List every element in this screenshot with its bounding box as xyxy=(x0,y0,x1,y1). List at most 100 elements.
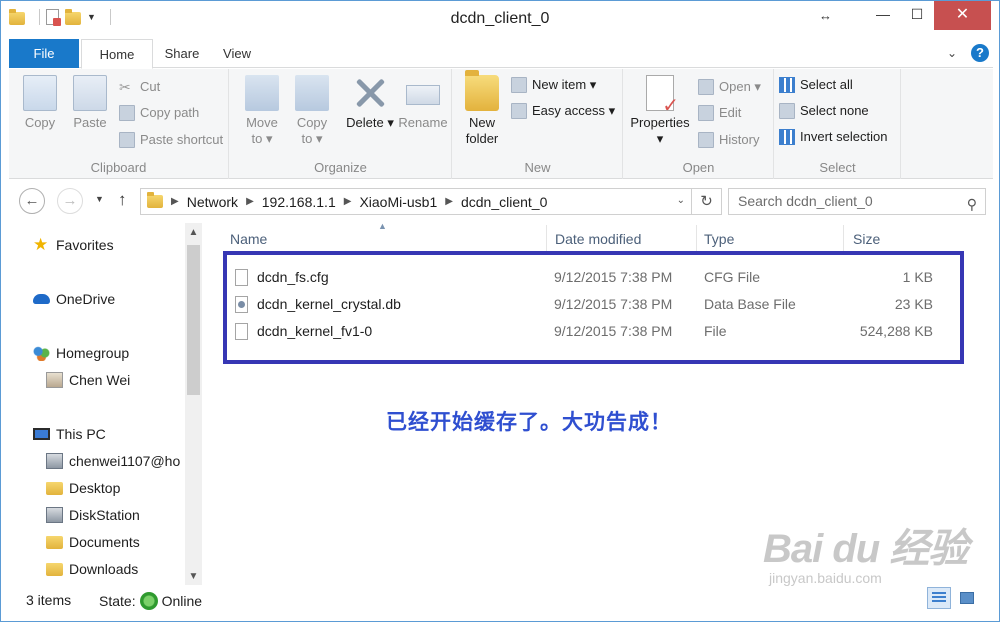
forward-arrow-icon: → xyxy=(62,192,78,209)
scrollbar-thumb[interactable] xyxy=(187,245,200,395)
column-header-size[interactable]: Size xyxy=(853,231,880,247)
column-header-date[interactable]: Date modified xyxy=(555,231,641,247)
database-file-icon xyxy=(235,296,248,313)
scroll-down-icon[interactable]: ▼ xyxy=(185,571,202,582)
copy-to-icon xyxy=(295,75,329,111)
refresh-icon[interactable]: ↻ xyxy=(691,189,721,214)
column-divider[interactable] xyxy=(696,225,697,251)
copy-to-button[interactable]: Copy to ▾ xyxy=(292,75,332,147)
open-button[interactable]: Open ▾ xyxy=(698,77,761,97)
column-header-name[interactable]: Name xyxy=(230,231,267,247)
select-all-button[interactable]: Select all xyxy=(779,75,853,95)
history-button[interactable]: History xyxy=(698,130,759,150)
tab-share[interactable]: Share xyxy=(154,39,210,68)
cut-label: Cut xyxy=(140,79,161,94)
breadcrumb-usb[interactable]: XiaoMi-usb1 xyxy=(359,194,437,210)
network-drive-icon xyxy=(46,453,63,469)
nav-item-downloads[interactable]: Downloads xyxy=(46,561,138,577)
nav-item-homegroup[interactable]: Homegroup xyxy=(33,345,129,361)
copy-button[interactable]: Copy xyxy=(19,75,61,131)
select-none-button[interactable]: Select none xyxy=(779,101,869,121)
nav-item-onedrive[interactable]: OneDrive xyxy=(33,291,115,307)
invert-selection-button[interactable]: Invert selection xyxy=(779,127,887,147)
properties-label: Properties ▾ xyxy=(630,115,690,146)
properties-button[interactable]: Properties ▾ xyxy=(628,75,692,147)
expand-ribbon-chevron-icon[interactable]: ⌄ xyxy=(947,46,957,60)
tab-view[interactable]: View xyxy=(212,39,262,68)
delete-button[interactable]: Delete ▾ xyxy=(346,75,394,131)
tab-file[interactable]: File xyxy=(9,39,79,68)
move-to-icon xyxy=(245,75,279,111)
search-icon[interactable]: ⚲ xyxy=(967,192,977,217)
breadcrumb-separator-icon[interactable]: ▶ xyxy=(171,196,179,207)
invert-selection-icon xyxy=(779,129,795,145)
file-row[interactable]: dcdn_fs.cfg 9/12/2015 7:38 PM CFG File 1… xyxy=(229,265,941,291)
breadcrumb-separator-icon[interactable]: ▶ xyxy=(344,196,352,207)
rename-button[interactable]: Rename xyxy=(398,75,448,131)
breadcrumb-separator-icon[interactable]: ▶ xyxy=(445,196,453,207)
new-folder-button[interactable]: New folder xyxy=(461,70,503,147)
nav-item-this-pc[interactable]: This PC xyxy=(33,426,106,442)
explorer-window: ▼ dcdn_client_0 ↔ — ☐ ✕ File Home Share … xyxy=(0,0,1000,622)
file-row[interactable]: dcdn_kernel_fv1-0 9/12/2015 7:38 PM File… xyxy=(229,319,941,345)
search-input[interactable]: Search dcdn_client_0 ⚲ xyxy=(728,188,986,215)
nav-label: Favorites xyxy=(56,237,114,253)
nav-item-network-drive[interactable]: chenwei1107@ho xyxy=(46,453,180,469)
move-to-button[interactable]: Move to ▾ xyxy=(242,75,282,147)
address-dropdown-icon[interactable]: ⌄ xyxy=(677,195,685,206)
item-count: 3 items xyxy=(26,592,72,608)
copy-path-button[interactable]: Copy path xyxy=(119,103,199,123)
nav-item-favorites[interactable]: ★ Favorites xyxy=(33,236,114,253)
close-icon: ✕ xyxy=(955,6,970,23)
recent-locations-dropdown-icon[interactable]: ▼ xyxy=(95,194,104,204)
scroll-up-icon[interactable]: ▲ xyxy=(185,227,202,238)
search-placeholder: Search dcdn_client_0 xyxy=(738,193,873,209)
scissors-icon: ✂ xyxy=(119,79,131,95)
file-date: 9/12/2015 7:38 PM xyxy=(554,296,673,312)
paste-button[interactable]: Paste xyxy=(69,75,111,131)
open-icon xyxy=(698,79,714,95)
back-arrow-icon: ← xyxy=(24,192,40,209)
title-bar: ▼ dcdn_client_0 ↔ — ☐ ✕ xyxy=(1,1,999,38)
nav-item-diskstation[interactable]: DiskStation xyxy=(46,507,140,523)
cut-button[interactable]: ✂ Cut xyxy=(119,77,160,97)
nav-scrollbar[interactable]: ▲ ▼ xyxy=(185,223,202,585)
forward-button[interactable]: → xyxy=(57,188,83,214)
downloads-folder-icon xyxy=(46,562,63,576)
breadcrumb-network[interactable]: Network xyxy=(187,194,238,210)
help-icon[interactable]: ? xyxy=(971,44,989,62)
cloud-icon xyxy=(33,294,50,304)
nav-item-documents[interactable]: Documents xyxy=(46,534,140,550)
up-arrow-icon[interactable]: ↑ xyxy=(118,190,127,210)
select-all-label: Select all xyxy=(800,77,853,92)
back-button[interactable]: ← xyxy=(19,188,45,214)
watermark: Bai du 经验 jingyan.baidu.com xyxy=(763,516,968,586)
column-divider[interactable] xyxy=(843,225,844,251)
details-view-icon xyxy=(932,592,946,604)
nav-item-desktop[interactable]: Desktop xyxy=(46,480,120,496)
column-header-type[interactable]: Type xyxy=(704,231,734,247)
edit-button[interactable]: Edit xyxy=(698,103,741,123)
file-row[interactable]: dcdn_kernel_crystal.db 9/12/2015 7:38 PM… xyxy=(229,292,941,318)
nav-item-homegroup-user[interactable]: Chen Wei xyxy=(46,372,130,388)
nav-label: Downloads xyxy=(69,561,139,577)
maximize-icon: ☐ xyxy=(910,6,924,22)
thumbnails-view-button[interactable] xyxy=(955,587,979,609)
column-divider[interactable] xyxy=(546,225,547,251)
breadcrumb-router[interactable]: 192.168.1.1 xyxy=(262,194,336,210)
details-view-button[interactable] xyxy=(927,587,951,609)
easy-access-icon xyxy=(511,103,527,119)
new-item-button[interactable]: New item ▾ xyxy=(511,75,596,95)
paste-shortcut-button[interactable]: Paste shortcut xyxy=(119,130,223,150)
easy-access-button[interactable]: Easy access ▾ xyxy=(511,101,615,121)
file-size: 524,288 KB xyxy=(859,323,933,339)
address-bar[interactable]: ▶ Network ▶ 192.168.1.1 ▶ XiaoMi-usb1 ▶ … xyxy=(140,188,722,215)
online-status-icon xyxy=(139,592,158,610)
breadcrumb-current[interactable]: dcdn_client_0 xyxy=(461,194,547,210)
delete-icon xyxy=(353,75,387,111)
edit-label: Edit xyxy=(719,105,742,120)
tab-home[interactable]: Home xyxy=(81,39,153,69)
breadcrumb-separator-icon[interactable]: ▶ xyxy=(246,196,254,207)
maximize-button[interactable]: ☐ xyxy=(897,1,937,30)
close-button[interactable]: ✕ xyxy=(934,1,991,30)
